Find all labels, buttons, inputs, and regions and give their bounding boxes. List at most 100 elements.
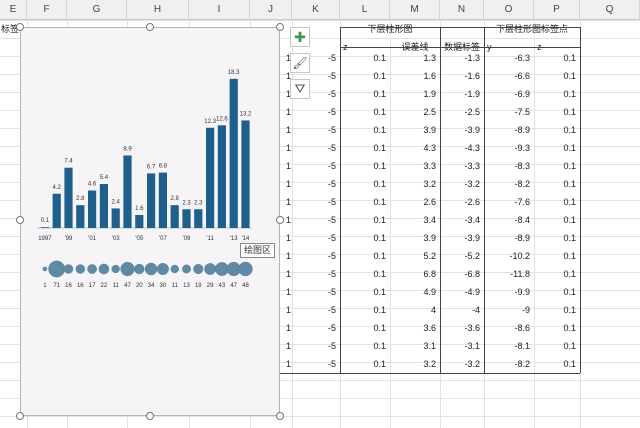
column-header-i[interactable]: I [189, 0, 250, 20]
cell-p[interactable]: 0.1 [534, 175, 580, 193]
column-header-p[interactable]: P [534, 0, 580, 20]
cell-j[interactable]: 1 [280, 337, 292, 355]
cell-j[interactable]: 1 [280, 319, 292, 337]
cell-k[interactable]: -5 [292, 337, 340, 355]
cell-m[interactable]: 4 [390, 301, 440, 319]
cell-j[interactable]: 1 [280, 283, 292, 301]
cell-o[interactable]: -8.2 [484, 355, 534, 373]
cell-o[interactable]: -6.3 [484, 49, 534, 67]
cell-m[interactable]: 1.6 [390, 67, 440, 85]
cell-k[interactable]: -5 [292, 247, 340, 265]
cell-m[interactable]: 3.9 [390, 229, 440, 247]
cell-k[interactable]: -5 [292, 283, 340, 301]
cell-m[interactable]: 4.3 [390, 139, 440, 157]
resize-handle[interactable] [16, 412, 24, 420]
cell-m[interactable]: 3.2 [390, 355, 440, 373]
column-header-k[interactable]: K [292, 0, 340, 20]
cell-j[interactable]: 1 [280, 157, 292, 175]
cell-n[interactable]: -3.9 [440, 229, 484, 247]
cell-m[interactable]: 6.8 [390, 265, 440, 283]
cell-p[interactable]: 0.1 [534, 121, 580, 139]
cell-l[interactable]: 0.1 [340, 337, 390, 355]
resize-handle[interactable] [276, 216, 284, 224]
resize-handle[interactable] [146, 412, 154, 420]
cell-l[interactable]: 0.1 [340, 121, 390, 139]
cell-k[interactable]: -5 [292, 229, 340, 247]
column-header-q[interactable]: Q [580, 0, 640, 20]
cell-p[interactable]: 0.1 [534, 247, 580, 265]
cell-l[interactable]: 0.1 [340, 175, 390, 193]
cell-m[interactable]: 3.3 [390, 157, 440, 175]
cell-l[interactable]: 0.1 [340, 67, 390, 85]
cell-m[interactable]: 3.6 [390, 319, 440, 337]
column-header-h[interactable]: H [127, 0, 189, 20]
cell-p[interactable]: 0.1 [534, 193, 580, 211]
cell-l[interactable]: 0.1 [340, 193, 390, 211]
column-header-g[interactable]: G [67, 0, 127, 20]
cell-o[interactable]: -9.9 [484, 283, 534, 301]
cell-n[interactable]: -3.9 [440, 121, 484, 139]
resize-handle[interactable] [276, 23, 284, 31]
cell-p[interactable]: 0.1 [534, 229, 580, 247]
cell-n[interactable]: -6.8 [440, 265, 484, 283]
cell-o[interactable]: -6.6 [484, 67, 534, 85]
cell-j[interactable]: 1 [280, 139, 292, 157]
resize-handle[interactable] [146, 23, 154, 31]
cell-o[interactable]: -11.8 [484, 265, 534, 283]
cell-l[interactable]: 0.1 [340, 157, 390, 175]
cell-l[interactable]: 0.1 [340, 265, 390, 283]
cell-n[interactable]: -4.3 [440, 139, 484, 157]
cell-j[interactable]: 1 [280, 121, 292, 139]
cell-o[interactable]: -8.9 [484, 121, 534, 139]
cell-n[interactable]: -1.9 [440, 85, 484, 103]
cell-o[interactable]: -6.9 [484, 85, 534, 103]
cell-l[interactable]: 0.1 [340, 355, 390, 373]
cell-k[interactable]: -5 [292, 139, 340, 157]
cell-m[interactable]: 3.2 [390, 175, 440, 193]
cell-o[interactable]: -7.6 [484, 193, 534, 211]
cell-n[interactable]: -3.3 [440, 157, 484, 175]
cell-k[interactable]: -5 [292, 103, 340, 121]
column-header-o[interactable]: O [484, 0, 534, 20]
cell-o[interactable]: -8.4 [484, 211, 534, 229]
cell-n[interactable]: -4.9 [440, 283, 484, 301]
cell-j[interactable]: 1 [280, 301, 292, 319]
cell-p[interactable]: 0.1 [534, 283, 580, 301]
header-lower-bar[interactable]: 下层柱形图 [340, 20, 440, 38]
cell-o[interactable]: -8.6 [484, 319, 534, 337]
cell-o[interactable]: -8.2 [484, 175, 534, 193]
chart-styles-button[interactable]: 🖌 [290, 53, 310, 73]
cell-n[interactable]: -2.5 [440, 103, 484, 121]
cell-p[interactable]: 0.1 [534, 67, 580, 85]
column-header-l[interactable]: L [340, 0, 390, 20]
cell-n[interactable]: -3.2 [440, 355, 484, 373]
cell-k[interactable]: -5 [292, 301, 340, 319]
cell-n[interactable]: -3.2 [440, 175, 484, 193]
cell-l[interactable]: 0.1 [340, 319, 390, 337]
cell-l[interactable]: 0.1 [340, 229, 390, 247]
cell-j[interactable]: 1 [280, 229, 292, 247]
cell-n[interactable]: -2.6 [440, 193, 484, 211]
cell-l[interactable]: 0.1 [340, 283, 390, 301]
cell-j[interactable]: 1 [280, 247, 292, 265]
cell-l[interactable]: 0.1 [340, 301, 390, 319]
column-header-m[interactable]: M [390, 0, 440, 20]
resize-handle[interactable] [16, 216, 24, 224]
cell-n[interactable]: -3.1 [440, 337, 484, 355]
chart-area[interactable]: 0.1 4.2 7.4 2.8 4.6 5.4 2.4 8.9 1.6 6.7 6.8 2.8 2.3 2… [20, 27, 280, 416]
cell-l[interactable]: 0.1 [340, 139, 390, 157]
resize-handle[interactable] [276, 412, 284, 420]
column-header-e[interactable]: E [0, 0, 27, 20]
resize-handle[interactable] [16, 23, 24, 31]
cell-o[interactable]: -8.9 [484, 229, 534, 247]
cell-m[interactable]: 1.3 [390, 49, 440, 67]
cell-o[interactable]: -7.5 [484, 103, 534, 121]
cell-k[interactable]: -5 [292, 175, 340, 193]
cell-m[interactable]: 3.1 [390, 337, 440, 355]
cell-p[interactable]: 0.1 [534, 157, 580, 175]
cell-o[interactable]: -8.3 [484, 157, 534, 175]
cell-l[interactable]: 0.1 [340, 247, 390, 265]
cell-o[interactable]: -10.2 [484, 247, 534, 265]
cell-n[interactable]: -1.6 [440, 67, 484, 85]
cell-k[interactable]: -5 [292, 193, 340, 211]
